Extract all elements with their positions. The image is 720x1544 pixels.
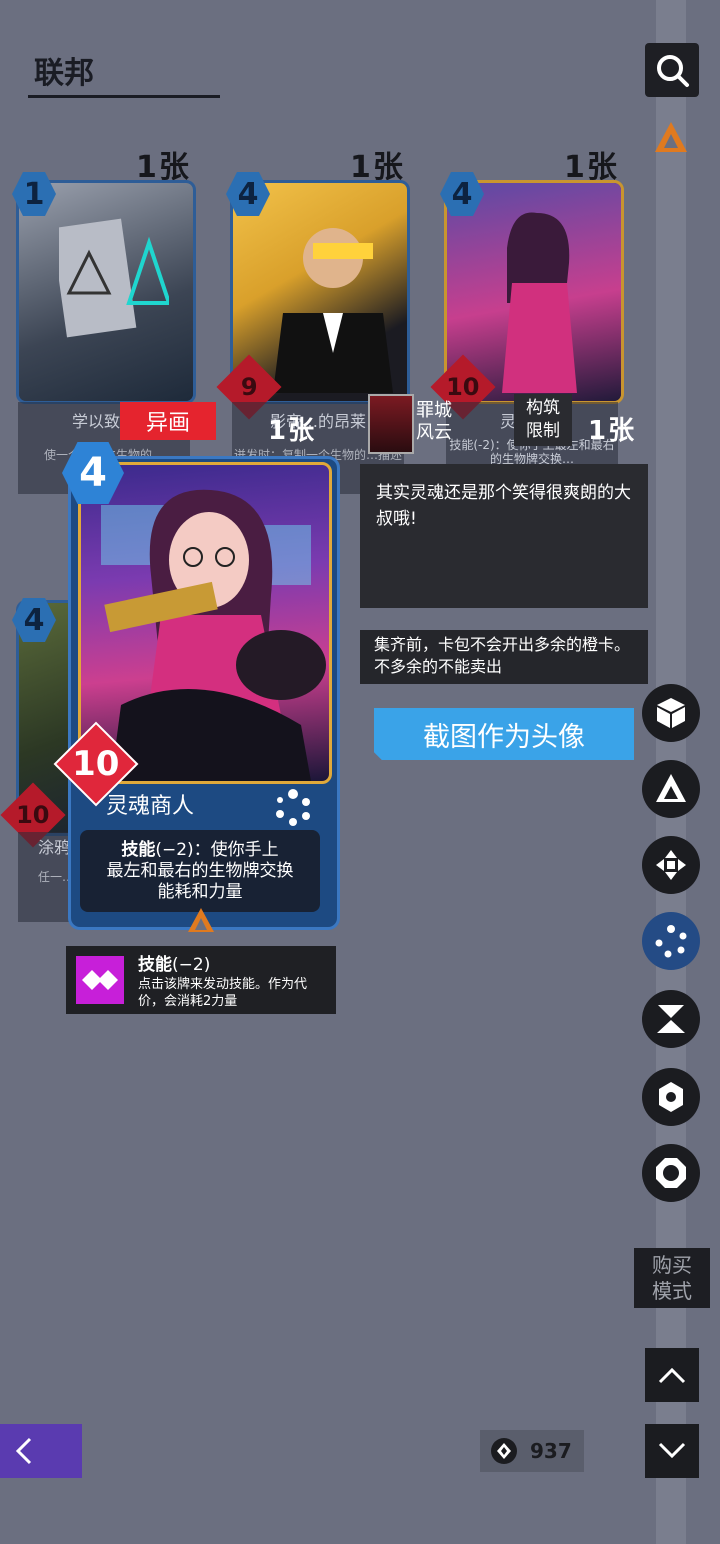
faction-filter-hourglass[interactable] bbox=[642, 990, 700, 1048]
tooltip-body: 点击该牌来发动技能。作为代价，会消耗2力量 bbox=[138, 977, 308, 1009]
back-button[interactable] bbox=[0, 1424, 82, 1478]
detail-card-name: 灵魂商人 bbox=[106, 794, 195, 819]
collection-note: 集齐前，卡包不会开出多余的橙卡。不多余的不能卖出 bbox=[360, 630, 648, 684]
chevron-up-icon bbox=[658, 1367, 686, 1384]
card-power-value: 9 bbox=[240, 372, 258, 401]
octagon-ring-icon bbox=[656, 1158, 686, 1188]
cube-icon bbox=[657, 698, 685, 728]
set-as-avatar-button[interactable]: 截图作为头像 bbox=[374, 708, 634, 760]
currency-amount: 937 bbox=[530, 1439, 572, 1463]
hex-cluster-icon bbox=[659, 1082, 683, 1112]
flavor-text-panel: 其实灵魂还是那个笑得很爽朗的大叔哦! bbox=[360, 464, 648, 608]
faction-filter-triangle[interactable] bbox=[642, 760, 700, 818]
coin-icon bbox=[491, 1438, 517, 1464]
faction-filter-soul[interactable] bbox=[642, 912, 700, 970]
search-icon bbox=[657, 55, 689, 87]
detail-card-power-value: 10 bbox=[72, 743, 120, 784]
triangle-faction-icon bbox=[655, 122, 687, 152]
card-power-value: 10 bbox=[16, 801, 50, 829]
soul-faction-icon bbox=[276, 789, 310, 826]
card-power-value: 10 bbox=[446, 373, 480, 401]
scroll-down-button[interactable] bbox=[645, 1424, 699, 1478]
chevron-left-icon bbox=[15, 1437, 32, 1465]
tooltip-keyword: 技能 bbox=[138, 955, 172, 975]
soul-merchant-portrait bbox=[101, 489, 326, 781]
alt-art-badge: 异画 bbox=[120, 402, 216, 440]
faction-filter-cube[interactable] bbox=[642, 684, 700, 742]
rarity-triangle-icon bbox=[188, 908, 214, 932]
flavor-text: 其实灵魂还是那个笑得很爽朗的大叔哦! bbox=[376, 483, 631, 529]
page-title: 联邦 bbox=[34, 56, 94, 91]
buy-mode-button[interactable]: 购买 模式 bbox=[634, 1248, 710, 1308]
sin-city-pack-icon bbox=[368, 394, 414, 454]
four-arrows-icon bbox=[656, 850, 686, 880]
faction-filter-hex[interactable] bbox=[642, 1068, 700, 1126]
title-underline bbox=[28, 95, 220, 98]
detail-card-skill: 技能(−2)：使你手上 最左和最右的生物牌交换 能耗和力量 bbox=[80, 830, 320, 912]
soul-merchant-art bbox=[502, 212, 577, 393]
tuxedo-man-art bbox=[273, 228, 393, 393]
chevron-down-icon bbox=[658, 1442, 686, 1459]
triangle-art-icon bbox=[59, 218, 169, 338]
build-limit-count: 1张 bbox=[588, 416, 637, 446]
related-count: 1张 bbox=[268, 416, 317, 446]
triangle-icon bbox=[656, 774, 686, 802]
skill-icon bbox=[76, 956, 124, 1004]
hourglass-triangle-icon bbox=[657, 1005, 685, 1033]
scroll-up-button[interactable] bbox=[645, 1348, 699, 1402]
build-limit-label: 构筑 限制 bbox=[514, 394, 572, 446]
faction-filter-octagon[interactable] bbox=[642, 1144, 700, 1202]
skill-keyword: 技能 bbox=[121, 840, 156, 860]
sin-city-label: 罪城 风云 bbox=[416, 400, 452, 443]
tooltip-title: 技能(−2) bbox=[138, 950, 210, 975]
currency-display: 937 bbox=[480, 1430, 584, 1472]
keyword-tooltip: 技能(−2) 点击该牌来发动技能。作为代价，会消耗2力量 bbox=[66, 946, 336, 1014]
diamond-skill-icon bbox=[82, 970, 118, 990]
orbit-dots-icon bbox=[655, 925, 687, 958]
detail-card-art bbox=[78, 462, 332, 784]
search-button[interactable] bbox=[645, 43, 699, 97]
faction-filter-icon[interactable] bbox=[651, 118, 691, 158]
tooltip-cost: (−2) bbox=[172, 955, 211, 975]
faction-filter-arrows[interactable] bbox=[642, 836, 700, 894]
